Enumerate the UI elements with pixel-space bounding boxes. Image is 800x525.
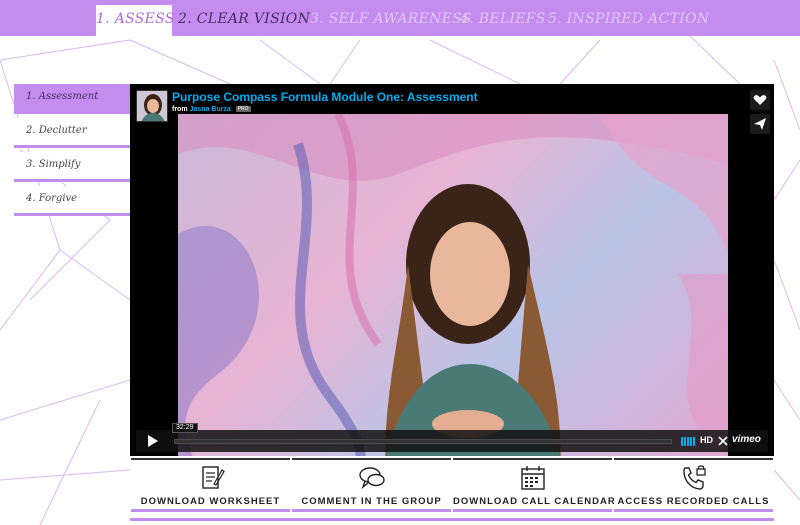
- comment-icon: [358, 467, 385, 490]
- action-label: ACCESS RECORDED CALLS: [617, 496, 770, 507]
- share-button[interactable]: [750, 114, 770, 134]
- comment-in-group-button[interactable]: COMMENT IN THE GROUP: [292, 458, 451, 512]
- module-nav: 1. ASSESS 2. CLEAR VISION 3. SELF AWAREN…: [0, 0, 800, 36]
- video-frame[interactable]: [178, 114, 728, 456]
- video-player[interactable]: Purpose Compass Formula Module One: Asse…: [130, 84, 774, 456]
- vimeo-logo[interactable]: vimeo: [732, 434, 761, 445]
- bottom-accent-strip: [130, 518, 774, 521]
- video-byline: from Jasna Burza PRO: [172, 106, 251, 113]
- tab-clear-vision[interactable]: 2. CLEAR VISION: [178, 5, 310, 36]
- action-label: COMMENT IN THE GROUP: [301, 496, 442, 507]
- sidebar-item-forgive[interactable]: 4. Forgive: [14, 186, 130, 216]
- volume-control[interactable]: [681, 436, 695, 446]
- phone-lock-icon: [682, 465, 706, 490]
- sidebar-item-assessment[interactable]: 1. Assessment: [14, 84, 130, 114]
- tab-inspired-action[interactable]: 5. INSPIRED ACTION: [548, 5, 709, 36]
- access-recorded-calls-button[interactable]: ACCESS RECORDED CALLS: [614, 458, 773, 512]
- sidebar-item-declutter[interactable]: 2. Declutter: [14, 118, 130, 148]
- play-button[interactable]: [136, 430, 168, 452]
- lesson-sidebar: 1. Assessment 2. Declutter 3. Simplify 4…: [14, 84, 130, 220]
- hd-toggle[interactable]: HD: [700, 435, 713, 445]
- heart-icon: [753, 95, 767, 105]
- send-icon: [754, 118, 766, 130]
- progress-bar[interactable]: [174, 439, 672, 444]
- from-label: from: [172, 106, 188, 113]
- duration-label: 32:29: [172, 423, 198, 433]
- like-button[interactable]: [750, 90, 770, 110]
- tab-beliefs[interactable]: 4. BELIEFS: [460, 5, 545, 36]
- worksheet-icon: [201, 466, 225, 489]
- fullscreen-button[interactable]: [718, 436, 728, 446]
- action-label: DOWNLOAD CALL CALENDAR: [453, 496, 616, 507]
- pro-badge: PRO: [235, 106, 251, 112]
- author-avatar[interactable]: [136, 90, 168, 122]
- play-icon: [148, 435, 158, 447]
- video-title[interactable]: Purpose Compass Formula Module One: Asse…: [172, 90, 478, 104]
- fullscreen-icon: [718, 436, 728, 446]
- tab-self-awareness[interactable]: 3. SELF AWARENESS: [310, 5, 471, 36]
- tab-assess[interactable]: 1. ASSESS: [96, 5, 174, 36]
- download-calendar-button[interactable]: DOWNLOAD CALL CALENDAR: [453, 458, 616, 512]
- action-label: DOWNLOAD WORKSHEET: [140, 496, 281, 507]
- sidebar-item-simplify[interactable]: 3. Simplify: [14, 152, 130, 182]
- player-controls: 32:29 HD vimeo: [136, 423, 768, 452]
- calendar-icon: [520, 466, 545, 490]
- download-worksheet-button[interactable]: DOWNLOAD WORKSHEET: [131, 458, 290, 512]
- volume-icon: [681, 437, 695, 446]
- author-link[interactable]: Jasna Burza: [190, 106, 231, 113]
- action-row: DOWNLOAD WORKSHEET COMMENT IN THE GROUP: [130, 458, 774, 520]
